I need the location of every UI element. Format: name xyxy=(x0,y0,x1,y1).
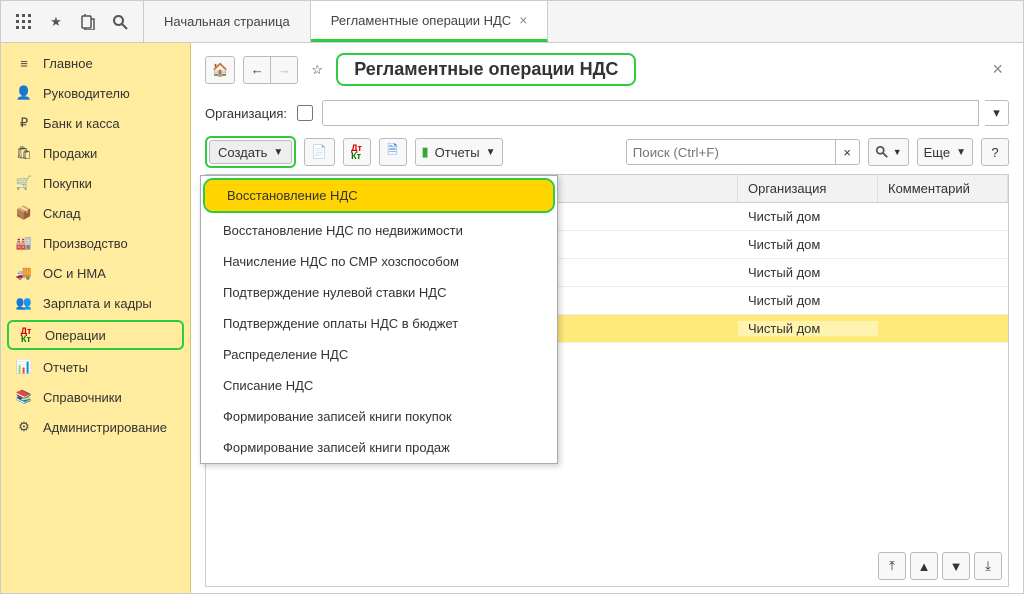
sidebar-item-label: Банк и касса xyxy=(43,116,120,131)
bag-icon: 🛍 xyxy=(15,145,33,161)
manager-icon: 👤 xyxy=(15,85,33,101)
org-dropdown-button[interactable]: ▾ xyxy=(985,100,1009,126)
dropdown-item[interactable]: Восстановление НДС xyxy=(205,180,553,211)
reports-button[interactable]: ▮Отчеты▼ xyxy=(415,138,503,166)
doc-button[interactable]: 🗎 xyxy=(379,138,407,166)
sidebar-item-operations[interactable]: ДтКт Операции xyxy=(7,320,184,350)
dropdown-item[interactable]: Списание НДС xyxy=(201,370,557,401)
cell-org: Чистый дом xyxy=(738,293,878,308)
sidebar-item-label: Справочники xyxy=(43,390,122,405)
cell-org: Чистый дом xyxy=(738,209,878,224)
sidebar-item-label: Руководителю xyxy=(43,86,130,101)
apps-icon[interactable] xyxy=(15,13,33,31)
sidebar-item-admin[interactable]: ⚙ Администрирование xyxy=(1,412,190,442)
create-label: Создать xyxy=(218,145,267,160)
cell-org: Чистый дом xyxy=(738,321,878,336)
dropdown-item[interactable]: Распределение НДС xyxy=(201,339,557,370)
ruble-icon: ₽ xyxy=(15,115,33,131)
favorite-icon[interactable]: ☆ xyxy=(306,59,328,81)
dropdown-item[interactable]: Подтверждение оплаты НДС в бюджет xyxy=(201,308,557,339)
gear-icon: ⚙ xyxy=(15,419,33,435)
person-icon: 👥 xyxy=(15,295,33,311)
dropdown-item[interactable]: Восстановление НДС по недвижимости xyxy=(201,215,557,246)
help-button[interactable]: ? xyxy=(981,138,1009,166)
sidebar-item-production[interactable]: 🏭 Производство xyxy=(1,228,190,258)
sidebar-item-assets[interactable]: 🚚 ОС и НМА xyxy=(1,258,190,288)
sidebar-item-label: ОС и НМА xyxy=(43,266,106,281)
more-label: Еще xyxy=(924,145,950,160)
cart-icon: 🛒 xyxy=(15,175,33,191)
copy-button[interactable]: 📄 xyxy=(304,138,334,166)
top-toolbar: ★ Начальная страница Регламентные операц… xyxy=(1,1,1023,43)
sidebar-item-label: Зарплата и кадры xyxy=(43,296,152,311)
grid-up-button[interactable]: ▲ xyxy=(910,552,938,580)
sidebar-item-main[interactable]: ≡ Главное xyxy=(1,49,190,78)
tab-home[interactable]: Начальная страница xyxy=(144,1,311,42)
sidebar-item-label: Отчеты xyxy=(43,360,88,375)
search-icon[interactable] xyxy=(111,13,129,31)
sidebar-item-label: Продажи xyxy=(43,146,97,161)
chart-icon: 📊 xyxy=(15,359,33,375)
tab-vat[interactable]: Регламентные операции НДС × xyxy=(311,1,549,42)
more-button[interactable]: Еще▼ xyxy=(917,138,973,166)
create-dropdown: Восстановление НДС Восстановление НДС по… xyxy=(200,175,558,464)
grid-down-button[interactable]: ▼ xyxy=(942,552,970,580)
sidebar-item-label: Главное xyxy=(43,56,93,71)
chevron-down-icon: ▼ xyxy=(273,147,283,158)
factory-icon: 🏭 xyxy=(15,235,33,251)
dropdown-item[interactable]: Формирование записей книги покупок xyxy=(201,401,557,432)
close-icon[interactable]: × xyxy=(519,12,527,28)
org-input[interactable] xyxy=(322,100,979,126)
dropdown-item[interactable]: Формирование записей книги продаж xyxy=(201,432,557,463)
dropdown-item[interactable]: Начисление НДС по СМР хозспособом xyxy=(201,246,557,277)
tab-home-label: Начальная страница xyxy=(164,14,290,29)
sidebar-item-purchases[interactable]: 🛒 Покупки xyxy=(1,168,190,198)
history-icon[interactable] xyxy=(79,13,97,31)
tab-vat-label: Регламентные операции НДС xyxy=(331,13,511,28)
search-button[interactable]: ▼ xyxy=(868,138,909,166)
reports-label: Отчеты xyxy=(435,145,480,160)
dtkt-icon: ДтКт xyxy=(17,327,35,343)
home-button[interactable]: 🏠 xyxy=(205,56,235,84)
col-header-com[interactable]: Комментарий xyxy=(878,175,1008,202)
box-icon: 📦 xyxy=(15,205,33,221)
back-button[interactable]: ← xyxy=(243,56,271,84)
search-input[interactable] xyxy=(626,139,836,165)
sidebar-item-reports[interactable]: 📊 Отчеты xyxy=(1,352,190,382)
grid-last-button[interactable]: ⤓ xyxy=(974,552,1002,580)
org-label: Организация: xyxy=(205,106,287,121)
page-title: Регламентные операции НДС xyxy=(336,53,636,86)
org-checkbox[interactable] xyxy=(297,105,313,121)
dropdown-item[interactable]: Подтверждение нулевой ставки НДС xyxy=(201,277,557,308)
cell-org: Чистый дом xyxy=(738,265,878,280)
sidebar: ≡ Главное 👤 Руководителю ₽ Банк и касса 🛍 Пр… xyxy=(1,43,191,593)
sidebar-item-label: Администрирование xyxy=(43,420,167,435)
grid-first-button[interactable]: ⤒ xyxy=(878,552,906,580)
sidebar-item-catalogs[interactable]: 📚 Справочники xyxy=(1,382,190,412)
clear-search-button[interactable]: × xyxy=(836,139,860,165)
sidebar-item-bank[interactable]: ₽ Банк и касса xyxy=(1,108,190,138)
book-icon: 📚 xyxy=(15,389,33,405)
close-page-button[interactable]: × xyxy=(986,59,1009,80)
home-icon: ≡ xyxy=(15,56,33,71)
create-button[interactable]: Создать ▼ xyxy=(209,140,292,164)
sidebar-item-label: Склад xyxy=(43,206,81,221)
dtkt-button[interactable]: ДтКт xyxy=(343,138,371,166)
cell-org: Чистый дом xyxy=(738,237,878,252)
truck-icon: 🚚 xyxy=(15,265,33,281)
col-header-org[interactable]: Организация xyxy=(738,175,878,202)
sidebar-item-sales[interactable]: 🛍 Продажи xyxy=(1,138,190,168)
sidebar-item-label: Покупки xyxy=(43,176,92,191)
star-icon[interactable]: ★ xyxy=(47,13,65,31)
sidebar-item-hr[interactable]: 👥 Зарплата и кадры xyxy=(1,288,190,318)
sidebar-item-warehouse[interactable]: 📦 Склад xyxy=(1,198,190,228)
sidebar-item-label: Операции xyxy=(45,328,106,343)
sidebar-item-label: Производство xyxy=(43,236,128,251)
forward-button[interactable]: → xyxy=(270,56,298,84)
sidebar-item-manager[interactable]: 👤 Руководителю xyxy=(1,78,190,108)
